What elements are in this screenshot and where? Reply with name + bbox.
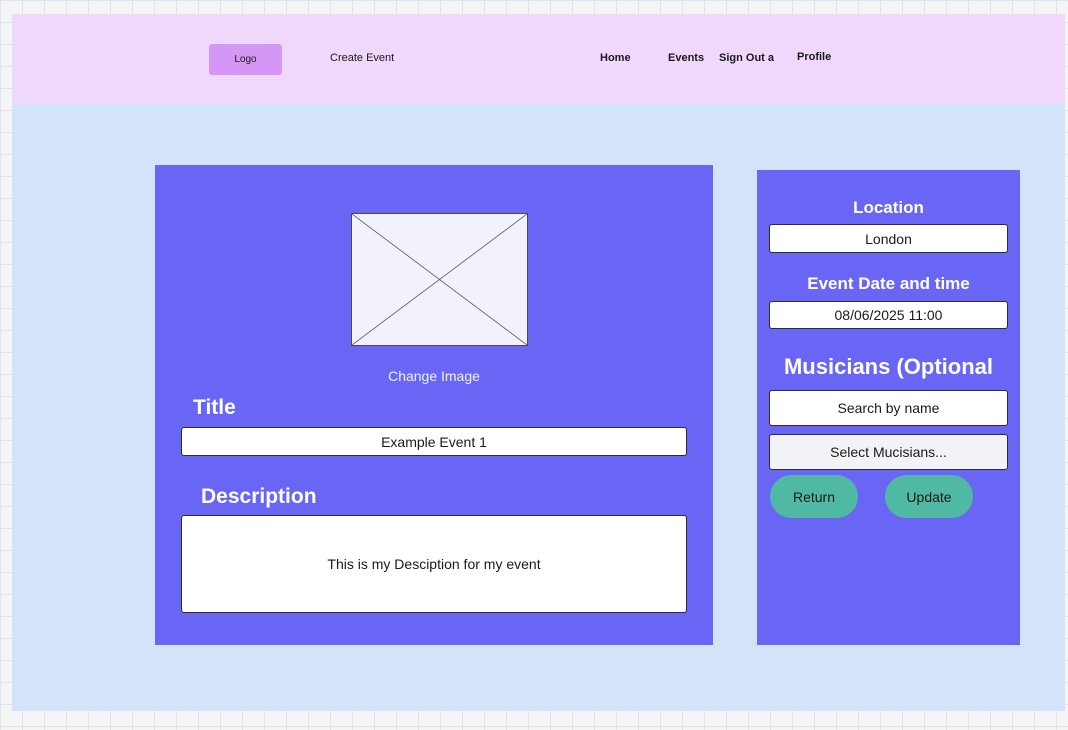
header: Logo Create Event Home Events Sign Out a… <box>12 14 1065 104</box>
event-details-panel: Change Image Title Example Event 1 Descr… <box>155 165 713 645</box>
nav-sign-out[interactable]: Sign Out a <box>719 52 774 64</box>
musician-search-input[interactable]: Search by name <box>769 390 1008 426</box>
event-settings-panel: Location London Event Date and time 08/0… <box>757 170 1020 645</box>
return-button[interactable]: Return <box>770 475 858 518</box>
update-button[interactable]: Update <box>885 475 973 518</box>
datetime-label: Event Date and time <box>807 274 970 293</box>
title-label: Title <box>193 396 236 419</box>
image-placeholder-icon[interactable] <box>351 213 528 346</box>
location-label: Location <box>853 198 924 217</box>
canvas: Logo Create Event Home Events Sign Out a… <box>12 14 1065 711</box>
musicians-select[interactable]: Select Mucisians... <box>769 434 1008 470</box>
nav-home[interactable]: Home <box>600 52 631 64</box>
musicians-label: Musicians (Optional <box>783 354 994 379</box>
datetime-input[interactable]: 08/06/2025 11:00 <box>769 301 1008 329</box>
description-label: Description <box>201 485 317 508</box>
description-textarea[interactable]: This is my Desciption for my event <box>181 515 687 613</box>
page-title: Create Event <box>330 52 395 64</box>
nav-events[interactable]: Events <box>668 52 704 64</box>
change-image-link[interactable]: Change Image <box>155 368 713 384</box>
nav-profile[interactable]: Profile <box>797 51 831 63</box>
location-input[interactable]: London <box>769 224 1008 253</box>
title-input[interactable]: Example Event 1 <box>181 427 687 456</box>
logo[interactable]: Logo <box>209 44 282 75</box>
